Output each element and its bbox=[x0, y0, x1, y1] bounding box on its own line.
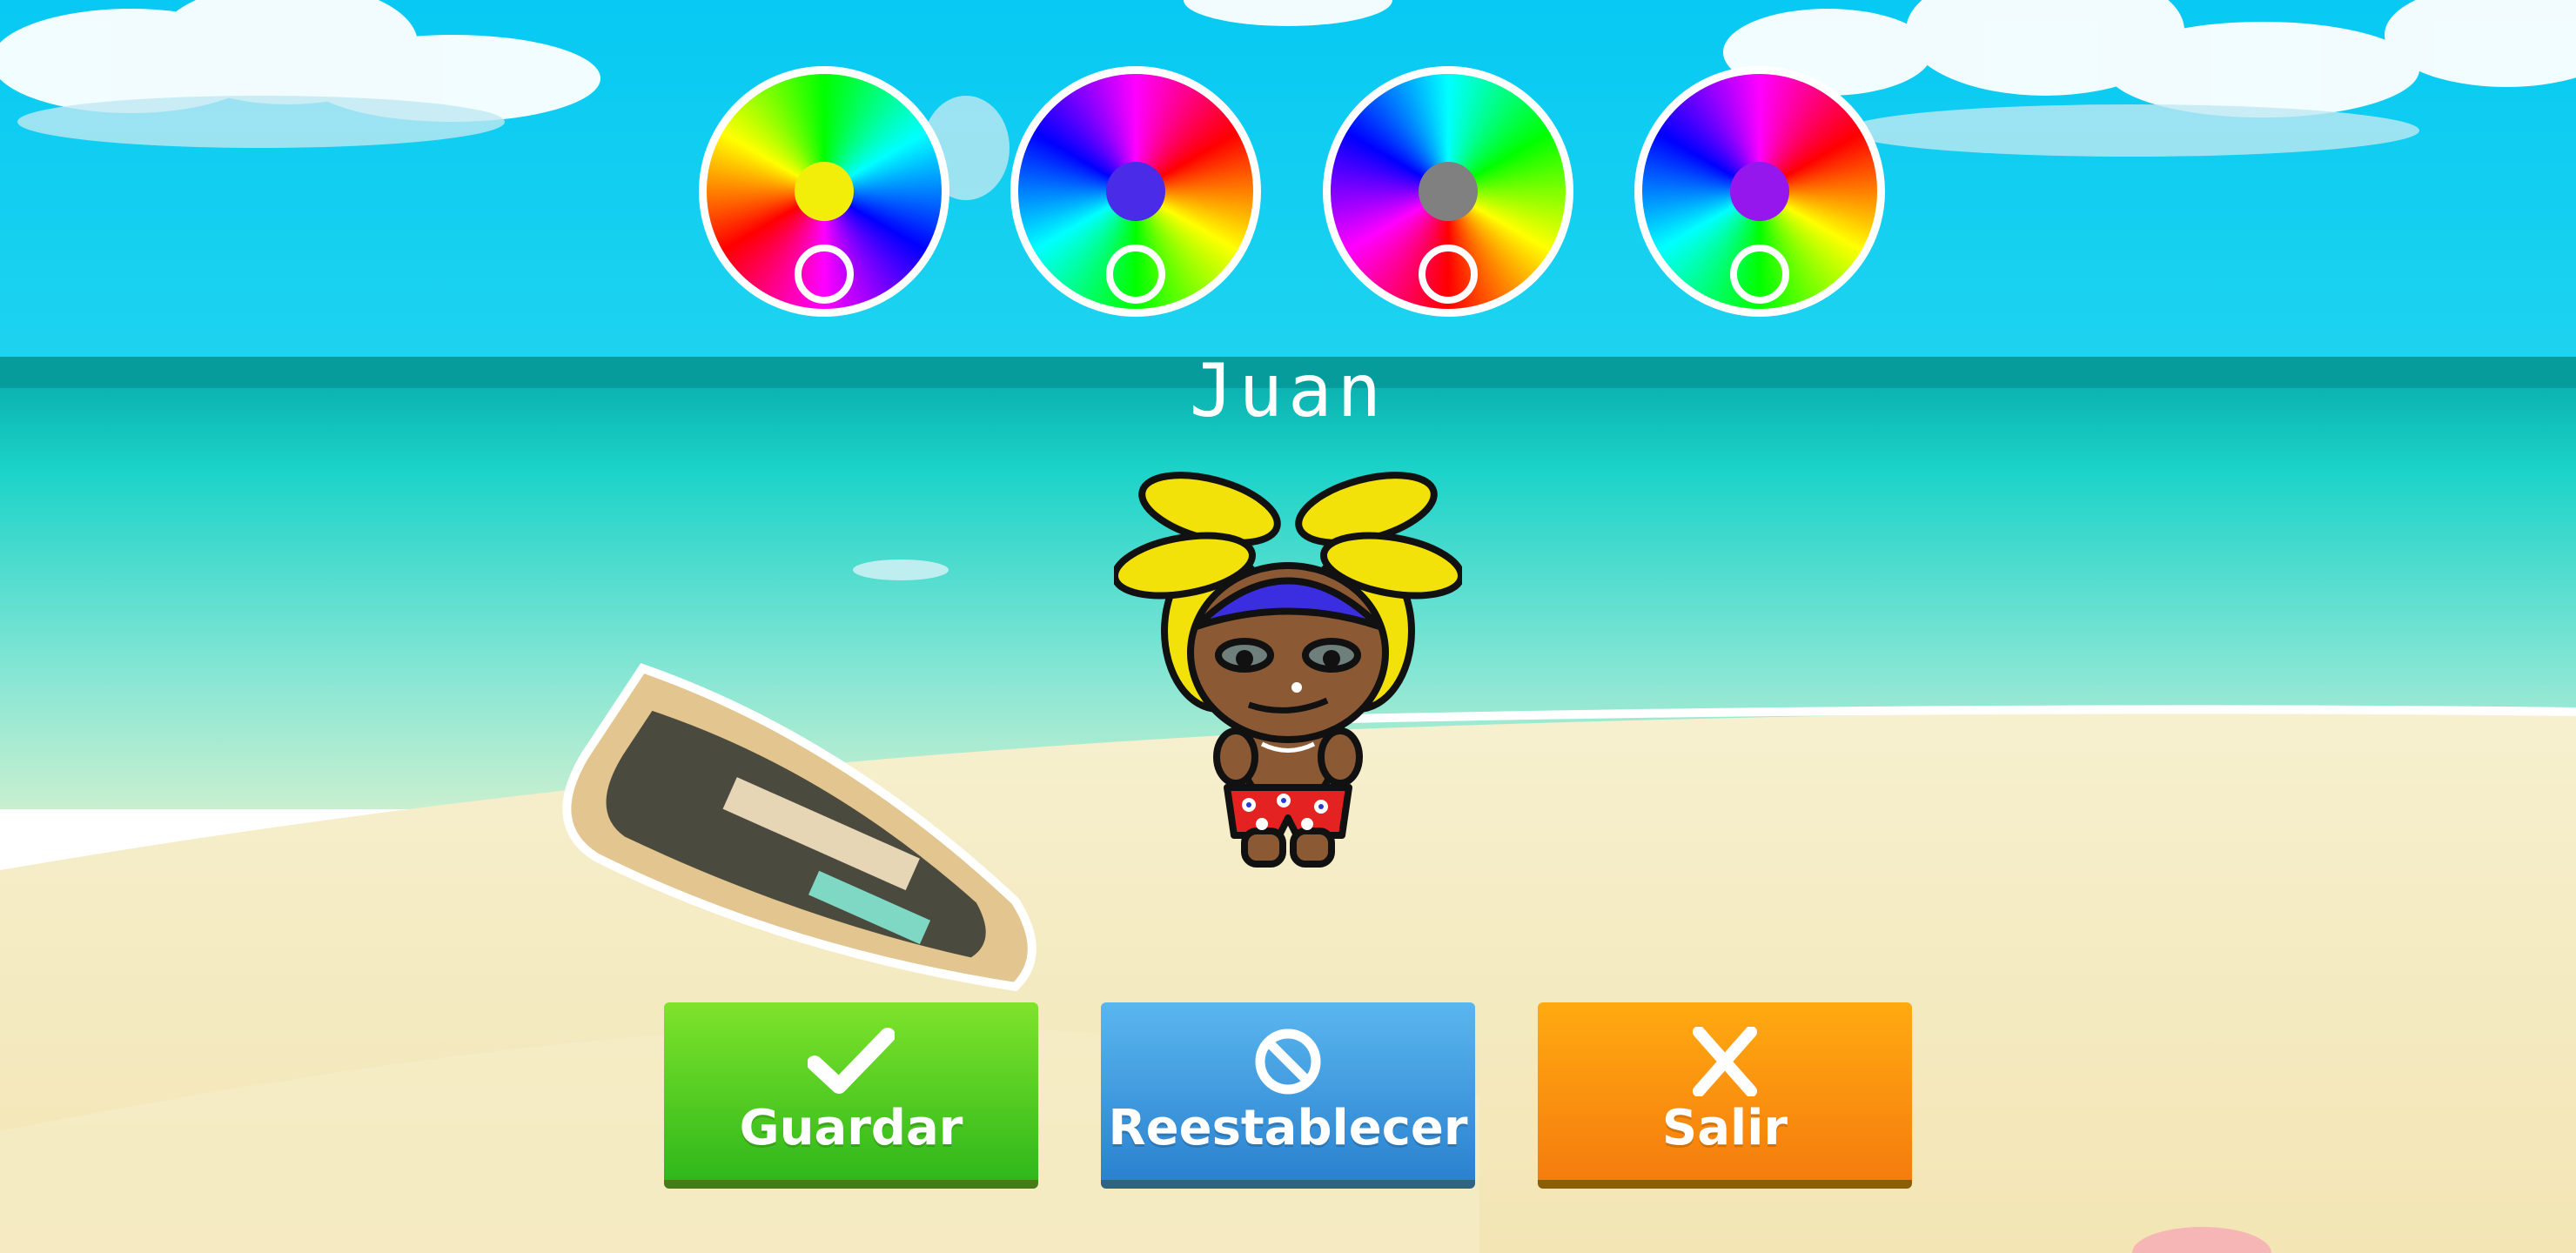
selected-color-swatch bbox=[795, 162, 854, 221]
band-color-wheel[interactable] bbox=[1010, 66, 1261, 317]
skin-color-wheel[interactable] bbox=[1323, 66, 1573, 317]
color-wheel-handle[interactable] bbox=[1730, 245, 1789, 304]
exit-button-label: Salir bbox=[1661, 1100, 1788, 1156]
character-avatar bbox=[1114, 472, 1462, 868]
shorts-color-wheel[interactable] bbox=[1634, 66, 1885, 317]
player-name: Juan bbox=[1189, 348, 1387, 433]
exit-button[interactable]: Salir bbox=[1538, 1002, 1912, 1189]
hair-color-wheel[interactable] bbox=[699, 66, 949, 317]
prohibited-icon bbox=[1255, 1029, 1321, 1095]
color-wheel-handle[interactable] bbox=[1106, 245, 1165, 304]
reset-button-label: Reestablecer bbox=[1108, 1100, 1468, 1156]
selected-color-swatch bbox=[1419, 162, 1478, 221]
save-button-label: Guardar bbox=[739, 1100, 963, 1156]
selected-color-swatch bbox=[1106, 162, 1165, 221]
save-button[interactable]: Guardar bbox=[664, 1002, 1038, 1189]
reset-button[interactable]: Reestablecer bbox=[1101, 1002, 1475, 1189]
color-wheel-handle[interactable] bbox=[1419, 245, 1478, 304]
selected-color-swatch bbox=[1730, 162, 1789, 221]
color-wheel-handle[interactable] bbox=[795, 245, 854, 304]
close-x-icon bbox=[1693, 1027, 1757, 1096]
checkmark-icon bbox=[808, 1028, 895, 1094]
